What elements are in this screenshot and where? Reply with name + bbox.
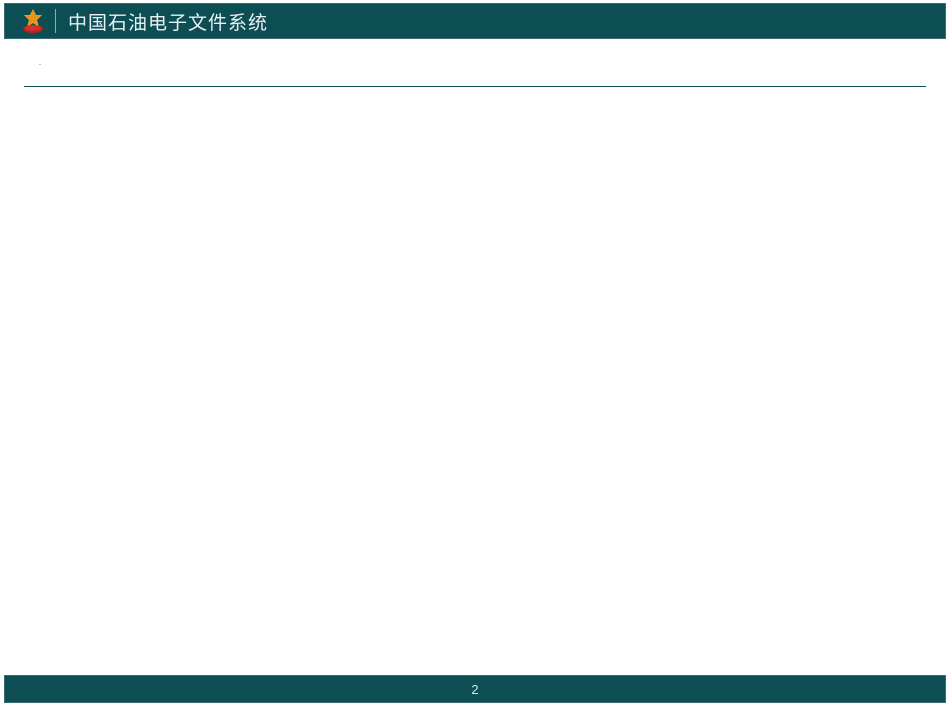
content-area: - — [24, 62, 926, 87]
header-title: 中国石油电子文件系统 — [68, 8, 268, 35]
cnpc-logo-icon — [19, 7, 47, 35]
header-bar: 中国石油电子文件系统 — [4, 3, 946, 39]
header-divider — [55, 9, 56, 33]
page-number: 2 — [471, 682, 478, 697]
footer-bar: 2 — [4, 675, 946, 703]
content-mark: - — [39, 62, 926, 68]
content-divider — [24, 86, 926, 87]
